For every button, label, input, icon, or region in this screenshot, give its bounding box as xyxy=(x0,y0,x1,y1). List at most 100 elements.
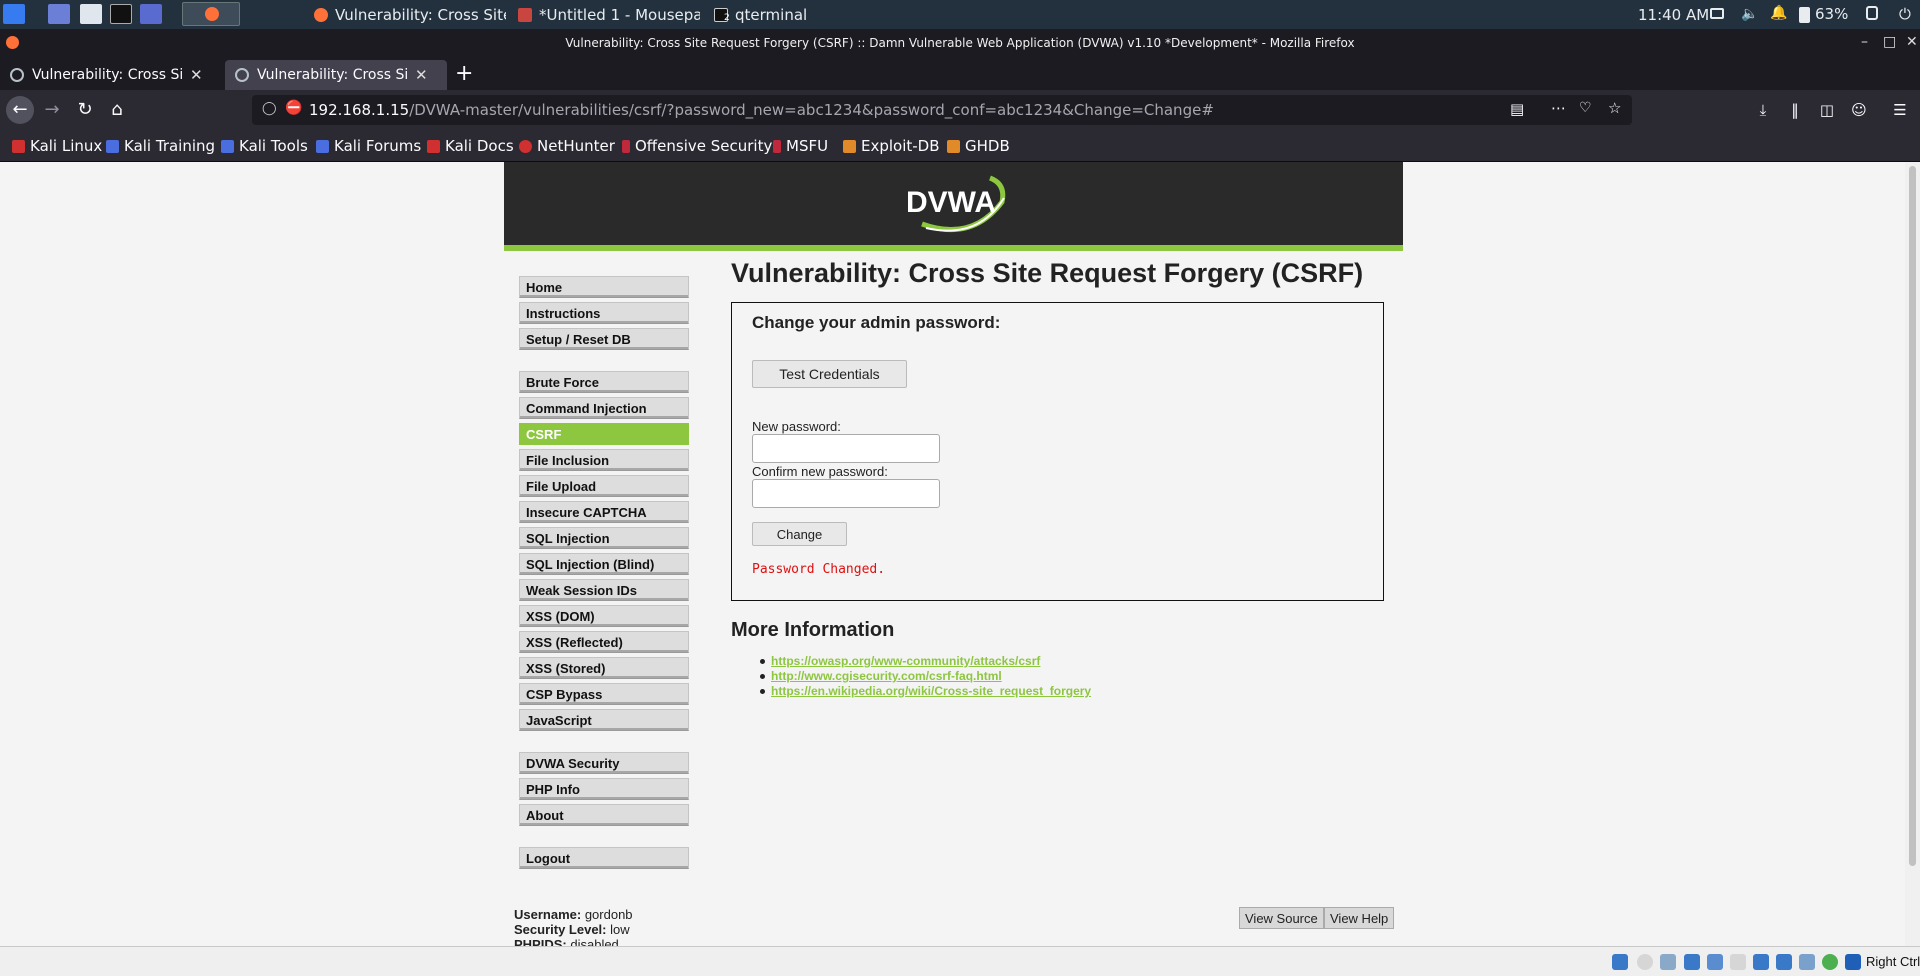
forward-button[interactable]: → xyxy=(40,98,64,122)
dvwa-favicon xyxy=(10,68,24,82)
url-text[interactable]: 192.168.1.15/DVWA-master/vulnerabilities… xyxy=(309,101,1214,119)
shield-icon[interactable]: ◯ xyxy=(262,101,277,116)
address-bar[interactable]: ◯ ⛔ 192.168.1.15/DVWA-master/vulnerabili… xyxy=(252,95,1632,125)
bookmark-kali-tools[interactable]: Kali Tools xyxy=(221,137,308,155)
insecure-lock-icon[interactable]: ⛔ xyxy=(285,100,302,116)
screen-tool-icon[interactable] xyxy=(140,4,162,24)
close-icon[interactable]: ✕ xyxy=(1906,34,1918,50)
optical-drive-icon[interactable] xyxy=(1637,954,1653,970)
close-tab-icon[interactable]: ✕ xyxy=(415,66,428,84)
home-button[interactable]: ⌂ xyxy=(105,98,129,122)
new-password-input[interactable] xyxy=(752,434,940,463)
network-icon[interactable] xyxy=(1684,954,1700,970)
close-tab-icon[interactable]: ✕ xyxy=(190,66,203,84)
test-credentials-button[interactable]: Test Credentials xyxy=(752,360,907,388)
video-capture-icon[interactable] xyxy=(1776,954,1792,970)
library-icon[interactable]: ‖ xyxy=(1784,99,1806,121)
menu-item-xss-stored[interactable]: XSS (Stored) xyxy=(519,657,689,679)
kali-docs-icon xyxy=(427,139,440,153)
desktop-icon[interactable] xyxy=(48,4,70,24)
confirm-password-input[interactable] xyxy=(752,479,940,508)
bookmark-label: Kali Training xyxy=(124,137,216,155)
new-tab-button[interactable]: + xyxy=(455,61,473,86)
menu-item-csp-bypass[interactable]: CSP Bypass xyxy=(519,683,689,705)
audio-icon[interactable] xyxy=(1660,954,1676,970)
bookmark-kali-linux[interactable]: Kali Linux xyxy=(12,137,102,155)
link-owasp-csrf[interactable]: https://owasp.org/www-community/attacks/… xyxy=(759,654,1040,668)
bookmark-ghdb[interactable]: GHDB xyxy=(947,137,1010,155)
menu-item-file-upload[interactable]: File Upload xyxy=(519,475,689,497)
sidebar-icon[interactable]: ◫ xyxy=(1816,99,1838,121)
menu-item-file-inclusion[interactable]: File Inclusion xyxy=(519,449,689,471)
keyboard-capture-icon[interactable] xyxy=(1845,954,1861,970)
mouse-integration-icon[interactable] xyxy=(1799,954,1815,970)
menu-item-xss-reflected[interactable]: XSS (Reflected) xyxy=(519,631,689,653)
bookmark-msfu[interactable]: MSFU xyxy=(773,137,828,155)
tab-csrf-2[interactable]: Vulnerability: Cross Site R ✕ xyxy=(225,60,447,90)
bookmark-kali-forums[interactable]: Kali Forums xyxy=(316,137,421,155)
bookmark-star-icon[interactable]: ☆ xyxy=(1608,99,1621,117)
hard-disk-icon[interactable] xyxy=(1612,954,1628,970)
reload-button[interactable]: ↻ xyxy=(73,98,97,122)
menu-item-home[interactable]: Home xyxy=(519,276,689,298)
menu-item-insecure-captcha[interactable]: Insecure CAPTCHA xyxy=(519,501,689,523)
dvwa-header: DVWA xyxy=(504,162,1403,251)
bookmark-label: Offensive Security xyxy=(635,137,773,155)
reader-view-icon[interactable]: ▤ xyxy=(1510,100,1524,118)
clock[interactable]: 11:40 AM xyxy=(1638,6,1709,24)
link-wikipedia-csrf[interactable]: https://en.wikipedia.org/wiki/Cross-site… xyxy=(759,684,1091,698)
maximize-icon[interactable]: □ xyxy=(1883,34,1896,50)
minimize-icon[interactable]: – xyxy=(1861,34,1868,50)
account-icon[interactable]: ☺ xyxy=(1848,99,1870,121)
pocket-icon[interactable]: ♡ xyxy=(1579,100,1592,116)
menu-item-csrf[interactable]: CSRF xyxy=(519,423,689,445)
menu-item-xss-dom[interactable]: XSS (DOM) xyxy=(519,605,689,627)
usb-icon[interactable] xyxy=(1707,954,1723,970)
view-source-button[interactable]: View Source xyxy=(1239,907,1324,929)
menu-item-setup-reset-db[interactable]: Setup / Reset DB xyxy=(519,328,689,350)
display-icon[interactable] xyxy=(1753,954,1769,970)
menu-item-brute-force[interactable]: Brute Force xyxy=(519,371,689,393)
back-button[interactable]: ← xyxy=(6,96,34,124)
change-button[interactable]: Change xyxy=(752,522,847,546)
menu-item-sql-injection-blind[interactable]: SQL Injection (Blind) xyxy=(519,553,689,575)
kali-menu-icon[interactable] xyxy=(3,4,25,24)
terminal-launcher-icon[interactable] xyxy=(110,4,132,24)
bookmark-exploit-db[interactable]: Exploit-DB xyxy=(843,137,940,155)
page-scrollbar[interactable] xyxy=(1905,162,1920,946)
task-firefox[interactable]: Vulnerability: Cross Site ... xyxy=(306,2,506,27)
bookmark-offensive-security[interactable]: Offensive Security xyxy=(622,137,772,155)
file-manager-icon[interactable] xyxy=(80,4,102,24)
menu-item-sql-injection[interactable]: SQL Injection xyxy=(519,527,689,549)
menu-item-weak-session-ids[interactable]: Weak Session IDs xyxy=(519,579,689,601)
menu-item-about[interactable]: About xyxy=(519,804,689,826)
shared-folders-icon[interactable] xyxy=(1730,954,1746,970)
bookmark-nethunter[interactable]: NetHunter xyxy=(519,137,615,155)
downloads-icon[interactable]: ⤓ xyxy=(1752,99,1774,121)
menu-item-instructions[interactable]: Instructions xyxy=(519,302,689,324)
menu-item-dvwa-security[interactable]: DVWA Security xyxy=(519,752,689,774)
menu-item-command-injection[interactable]: Command Injection xyxy=(519,397,689,419)
view-help-button[interactable]: View Help xyxy=(1324,907,1395,929)
notification-bell-icon[interactable]: 🔔 xyxy=(1770,5,1787,21)
tab-csrf-1[interactable]: Vulnerability: Cross Site R ✕ xyxy=(0,60,222,90)
page-actions-icon[interactable]: ⋯ xyxy=(1551,99,1566,117)
guest-additions-icon[interactable] xyxy=(1822,954,1838,970)
menu-item-logout[interactable]: Logout xyxy=(519,847,689,869)
power-icon[interactable]: ⏻ xyxy=(1899,5,1911,23)
menu-icon[interactable]: ☰ xyxy=(1889,99,1911,121)
lock-icon[interactable] xyxy=(1866,6,1878,20)
menu-item-php-info[interactable]: PHP Info xyxy=(519,778,689,800)
scrollbar-thumb[interactable] xyxy=(1909,166,1916,866)
page-title: Vulnerability: Cross Site Request Forger… xyxy=(731,258,1364,288)
task-mousepad[interactable]: *Untitled 1 - Mousepad xyxy=(510,2,700,27)
vulnerable-code-area: Change your admin password: Test Credent… xyxy=(731,302,1384,601)
battery-icon[interactable] xyxy=(1799,7,1810,23)
volume-icon[interactable]: 🔈 xyxy=(1741,6,1758,22)
bookmark-kali-training[interactable]: Kali Training xyxy=(106,137,215,155)
display-icon[interactable] xyxy=(1710,8,1724,19)
menu-item-javascript[interactable]: JavaScript xyxy=(519,709,689,731)
link-cgisecurity-csrf-faq[interactable]: http://www.cgisecurity.com/csrf-faq.html xyxy=(760,669,1002,683)
bookmark-label: Kali Docs xyxy=(445,137,514,155)
bookmark-kali-docs[interactable]: Kali Docs xyxy=(427,137,514,155)
